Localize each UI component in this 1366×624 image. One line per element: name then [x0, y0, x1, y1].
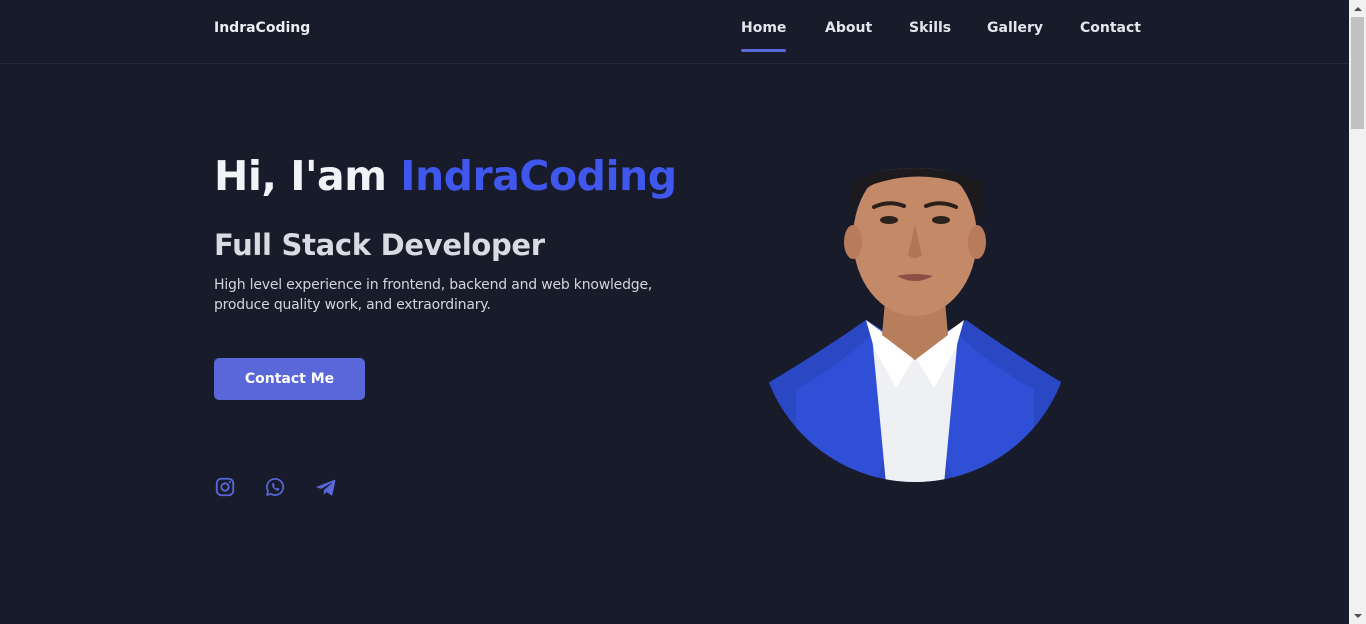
site-header: IndraCoding Home About Skills Gallery Co… [0, 0, 1349, 64]
page-scrollbar[interactable] [1349, 0, 1366, 624]
hero-title: Hi, I'am IndraCoding [214, 152, 677, 200]
scroll-down-arrow-icon[interactable] [1349, 607, 1366, 624]
hero-role: Full Stack Developer [214, 228, 545, 262]
whatsapp-icon [266, 478, 285, 496]
hero-greeting: Hi, I'am [214, 152, 387, 200]
telegram-icon [316, 479, 336, 496]
page: IndraCoding Home About Skills Gallery Co… [0, 0, 1349, 624]
nav-home[interactable]: Home [741, 20, 787, 52]
nav-about[interactable]: About [825, 20, 872, 36]
main-nav: Home About Skills Gallery Contact [0, 20, 1349, 60]
scroll-up-arrow-icon[interactable] [1349, 0, 1366, 17]
hero-name: IndraCoding [400, 152, 677, 200]
nav-contact[interactable]: Contact [1080, 20, 1141, 36]
hero-description: High level experience in frontend, backe… [214, 277, 653, 313]
scrollbar-thumb[interactable] [1351, 17, 1364, 129]
whatsapp-link[interactable] [264, 476, 286, 498]
instagram-link[interactable] [214, 476, 236, 498]
profile-photo [756, 120, 1074, 484]
telegram-link[interactable] [315, 476, 337, 498]
contact-me-button[interactable]: Contact Me [214, 358, 365, 400]
instagram-icon [215, 477, 235, 497]
nav-gallery[interactable]: Gallery [987, 20, 1043, 36]
nav-skills[interactable]: Skills [909, 20, 951, 36]
